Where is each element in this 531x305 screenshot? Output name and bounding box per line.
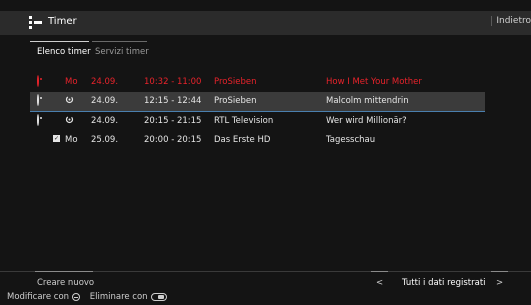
timer-channel: ProSieben <box>214 96 257 106</box>
timer-time: 20:00 - 20:15 <box>144 135 202 145</box>
timer-row[interactable]: ✓ Mo 25.09. 20:00 - 20:15 Das Erste HD T… <box>30 131 485 150</box>
create-button-indicator <box>35 271 93 272</box>
series-icon <box>65 95 74 104</box>
timer-channel: Das Erste HD <box>214 135 271 145</box>
timer-list: Mo 24.09. 10:32 - 11:00 ProSieben How I … <box>30 73 485 150</box>
timer-title: Wer wird Millionär? <box>326 116 407 126</box>
nav-prev-arrow[interactable]: < <box>376 278 383 288</box>
tab-indicator-active <box>30 41 89 42</box>
timer-day: Mo <box>65 135 78 145</box>
timer-date: 24.09. <box>91 77 119 87</box>
timer-date: 24.09. <box>91 96 119 106</box>
back-button[interactable]: Indietro <box>491 16 531 26</box>
record-dot-icon <box>37 94 46 106</box>
timer-date: 25.09. <box>91 135 119 145</box>
timer-channel: ProSieben <box>214 77 257 87</box>
record-dot-icon <box>37 75 46 87</box>
tab-timer-services[interactable]: Servizi timer <box>95 44 149 57</box>
record-dot-icon <box>37 114 46 126</box>
app-title: Timer <box>48 16 77 27</box>
timer-title: Malcolm mittendrin <box>326 96 409 106</box>
reminder-check-icon: ✓ <box>53 135 60 142</box>
key-hints: Modificare con Eliminare con <box>7 292 174 302</box>
ok-button-icon <box>72 293 81 301</box>
nav-indicator-right <box>491 271 508 272</box>
timer-row[interactable]: Mo 24.09. 10:32 - 11:00 ProSieben How I … <box>30 73 485 92</box>
nav-indicator-left <box>371 271 388 272</box>
timer-row[interactable]: 24.09. 20:15 - 21:15 RTL Television Wer … <box>30 112 485 131</box>
tab-timer-list[interactable]: Elenco timer <box>37 44 91 57</box>
tab-indicator-inactive <box>92 41 147 42</box>
timer-app-icon <box>29 16 42 30</box>
timer-day: Mo <box>65 77 78 87</box>
timer-title: Tagesschau <box>326 135 376 145</box>
edit-hint-label: Modificare con <box>7 292 70 302</box>
timer-channel: RTL Television <box>214 116 274 126</box>
timer-screen: Timer Indietro Elenco timer Servizi time… <box>0 0 531 305</box>
delete-hint-label: Eliminare con <box>89 292 148 302</box>
title-bar: Timer Indietro <box>0 11 531 35</box>
create-new-button[interactable]: Creare nuovo <box>37 278 94 288</box>
remote-button-icon <box>150 293 167 301</box>
timer-title: How I Met Your Mother <box>326 77 422 87</box>
nav-next-arrow[interactable]: > <box>496 278 503 288</box>
timer-time: 10:32 - 11:00 <box>144 77 202 87</box>
delete-hint: Eliminare con <box>90 292 167 302</box>
series-icon <box>65 115 74 124</box>
timer-time: 20:15 - 21:15 <box>144 116 202 126</box>
timer-time: 12:15 - 12:44 <box>144 96 202 106</box>
edit-hint: Modificare con <box>7 292 81 302</box>
filter-selector[interactable]: Tutti i dati registrati <box>402 278 486 288</box>
timer-date: 24.09. <box>91 116 119 126</box>
timer-row[interactable]: 24.09. 12:15 - 12:44 ProSieben Malcolm m… <box>30 92 485 112</box>
